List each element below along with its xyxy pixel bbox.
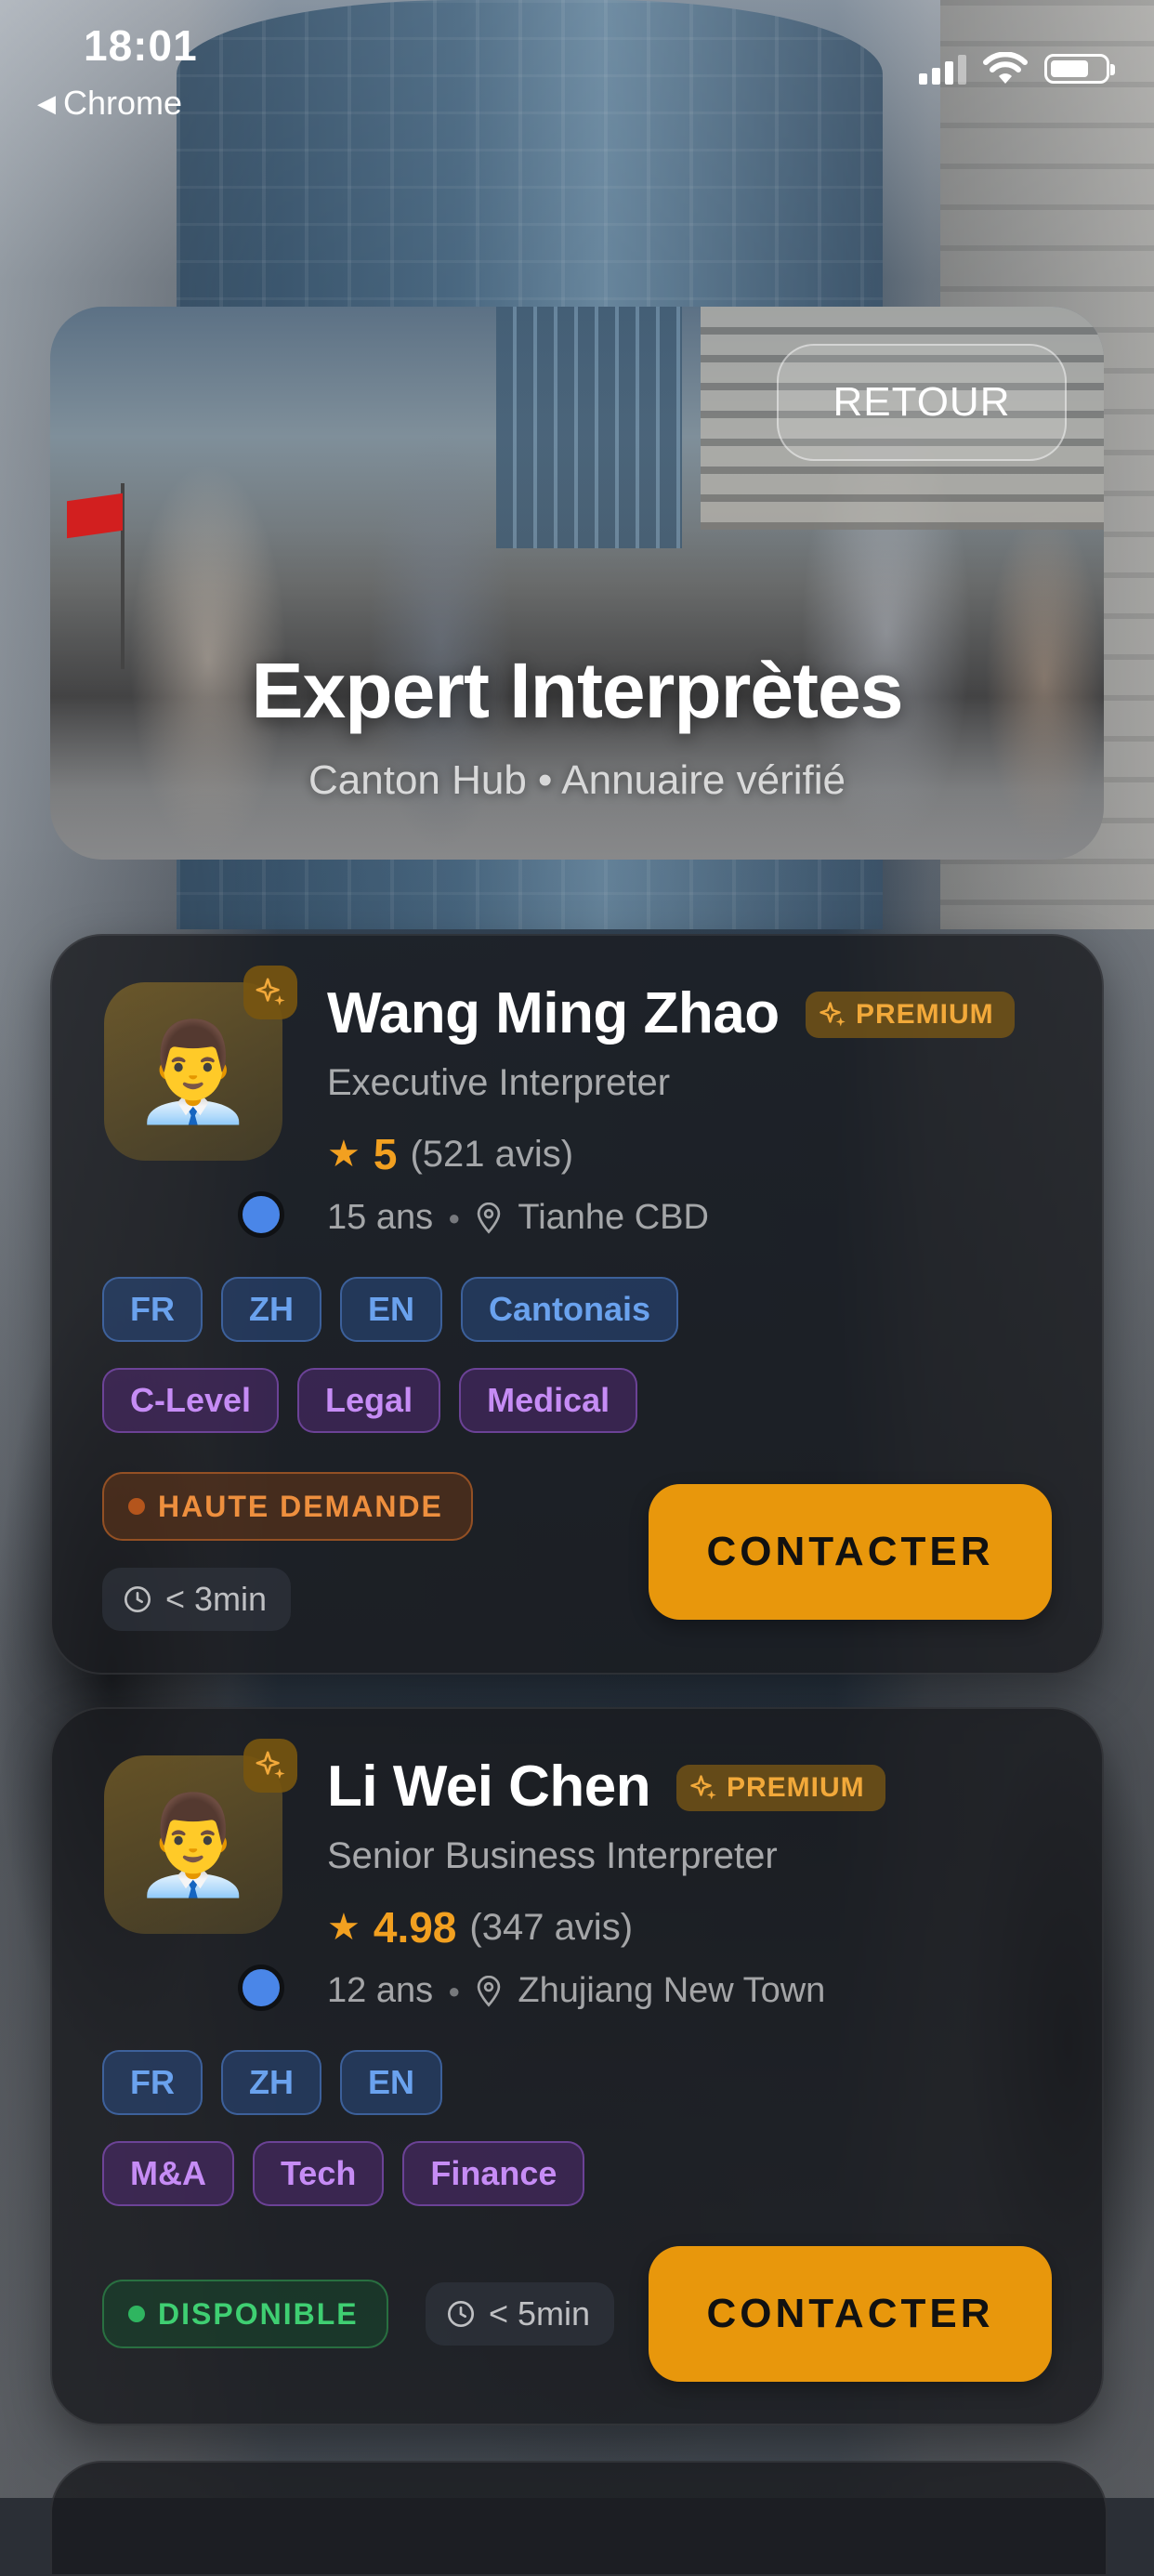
map-pin-icon (478, 1202, 501, 1234)
review-count: (521 avis) (410, 1133, 574, 1175)
avatar: 👨‍💼 (104, 1739, 297, 1934)
experience: 15 ans (327, 1198, 434, 1237)
specialty-chip: Finance (402, 2141, 585, 2206)
status-label: HAUTE DEMANDE (158, 1489, 443, 1523)
contact-button[interactable]: CONTACTER (649, 2246, 1052, 2382)
specialty-chip: M&A (102, 2141, 234, 2206)
wifi-icon (983, 52, 1028, 84)
clock-icon (448, 2301, 474, 2327)
status-badge: DISPONIBLE (102, 2280, 388, 2348)
specialty-chip: Tech (252, 2141, 385, 2206)
hero-banner: RETOUR Expert Interprètes Canton Hub • A… (50, 307, 1104, 860)
review-count: (347 avis) (469, 1906, 634, 1948)
rating-score: 4.98 (373, 1903, 457, 1952)
specialty-chips: M&A Tech Finance (102, 2141, 585, 2206)
interpreter-name: Wang Ming Zhao (327, 981, 780, 1045)
premium-label: PREMIUM (727, 1772, 865, 1803)
star-icon: ★ (327, 1134, 361, 1175)
location: Tianhe CBD (518, 1198, 709, 1237)
sparkles-icon (243, 1739, 297, 1793)
separator-dot: ● (448, 1978, 461, 2003)
language-chip: EN (340, 2050, 443, 2115)
interpreter-meta: 12 ans ● Zhujiang New Town (327, 1971, 825, 2011)
interpreter-role: Senior Business Interpreter (327, 1835, 778, 1876)
signal-icon (919, 53, 966, 85)
rating: ★ 5 (521 avis) (327, 1129, 573, 1179)
premium-label: PREMIUM (856, 999, 994, 1030)
verified-dot-icon (238, 1191, 284, 1238)
hero-building (496, 307, 682, 548)
status-icons (919, 52, 1115, 85)
language-chip: EN (340, 1277, 443, 1342)
rating: ★ 4.98 (347 avis) (327, 1902, 633, 1952)
back-button[interactable]: RETOUR (777, 344, 1067, 461)
status-dot-icon (128, 1498, 145, 1515)
man-office-worker-icon: 👨‍💼 (133, 1015, 254, 1128)
experience: 12 ans (327, 1971, 434, 2010)
interpreter-name: Li Wei Chen (327, 1755, 651, 1819)
back-to-app-link[interactable]: ◀ Chrome (37, 84, 182, 123)
language-chip: FR (102, 2050, 203, 2115)
sparkles-icon (820, 1002, 846, 1027)
status-time: 18:01 (84, 21, 198, 70)
man-office-worker-icon: 👨‍💼 (133, 1788, 254, 1901)
specialty-chip: C-Level (102, 1368, 280, 1433)
language-chip: ZH (221, 2050, 321, 2115)
specialty-chip: Legal (297, 1368, 441, 1433)
language-chip: Cantonais (461, 1277, 679, 1342)
interpreter-card[interactable]: 👨‍💼 Wang Ming Zhao PREMIUM Executive Int… (50, 934, 1104, 1675)
language-chips: FR ZH EN (102, 2050, 443, 2115)
map-pin-icon (478, 1975, 501, 2007)
status-badge: HAUTE DEMANDE (102, 1472, 473, 1541)
response-time-label: < 3min (165, 1580, 268, 1618)
response-time: < 5min (426, 2282, 615, 2346)
battery-icon (1044, 54, 1115, 84)
separator-dot: ● (448, 1205, 461, 1229)
specialty-chip: Medical (459, 1368, 638, 1433)
premium-badge: PREMIUM (806, 992, 1015, 1038)
sparkles-icon (243, 966, 297, 1019)
page-title: Expert Interprètes (251, 647, 904, 734)
interpreter-meta: 15 ans ● Tianhe CBD (327, 1198, 709, 1238)
specialty-chips: C-Level Legal Medical (102, 1368, 638, 1433)
status-bar: 18:01 ◀ Chrome (0, 0, 1154, 130)
language-chip: FR (102, 1277, 203, 1342)
response-time-label: < 5min (489, 2294, 591, 2333)
flag-icon (67, 493, 123, 539)
back-app-label: Chrome (63, 84, 183, 122)
interpreter-role: Executive Interpreter (327, 1062, 671, 1103)
sparkles-icon (690, 1775, 716, 1800)
star-icon: ★ (327, 1907, 361, 1948)
premium-badge: PREMIUM (676, 1765, 885, 1811)
language-chips: FR ZH EN Cantonais (102, 1277, 679, 1342)
interpreter-card[interactable]: 👨‍💼 Li Wei Chen PREMIUM Senior Business … (50, 1707, 1104, 2425)
location: Zhujiang New Town (518, 1971, 826, 2010)
avatar: 👨‍💼 (104, 966, 297, 1161)
clock-icon (125, 1586, 151, 1612)
page-subtitle: Canton Hub • Annuaire vérifié (308, 757, 846, 803)
verified-dot-icon (238, 1965, 284, 2011)
rating-score: 5 (373, 1130, 398, 1178)
response-time: < 3min (102, 1568, 292, 1631)
language-chip: ZH (221, 1277, 321, 1342)
status-dot-icon (128, 2306, 145, 2322)
status-label: DISPONIBLE (158, 2296, 359, 2331)
interpreter-card-partial[interactable] (50, 2461, 1108, 2576)
contact-button[interactable]: CONTACTER (649, 1484, 1052, 1620)
back-triangle-icon: ◀ (37, 88, 56, 117)
